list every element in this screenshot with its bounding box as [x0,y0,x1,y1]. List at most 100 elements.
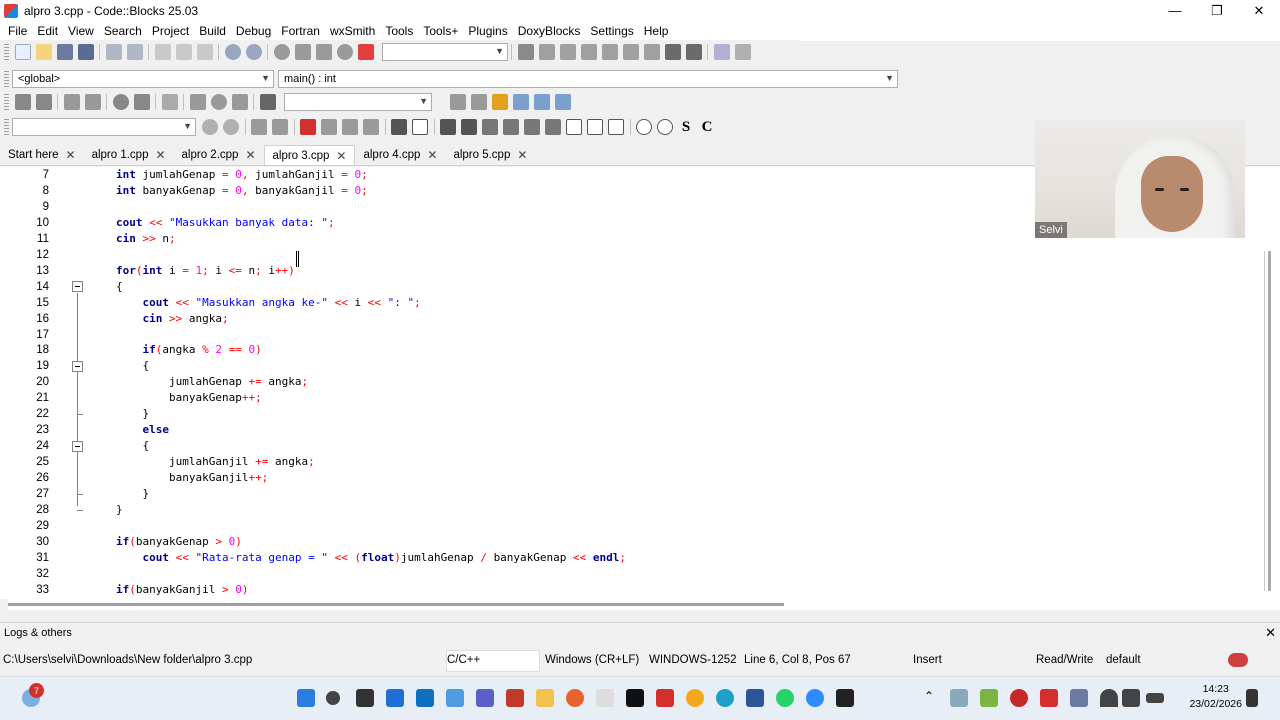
selected-text-icon[interactable] [513,94,529,110]
incremental-search-combo[interactable]: ▼ [12,118,196,136]
code-line[interactable]: 14 { [0,279,1260,295]
code-line[interactable]: 12 [0,247,1260,263]
zoom-out-icon[interactable] [657,119,673,135]
code-line[interactable]: 28} [0,502,1260,518]
toolbar-grip[interactable] [4,119,9,135]
block-comment-icon[interactable] [63,94,80,110]
zoom-in-icon[interactable] [636,119,652,135]
code-line[interactable]: 16 cin >> angka; [0,311,1260,327]
nassi-s-icon[interactable]: S [678,119,694,135]
flow-if-icon[interactable] [482,119,498,135]
tab-alpro-2[interactable]: alpro 2.cpp ✕ [174,145,264,165]
firefox-icon[interactable] [566,689,584,707]
stop-debug-icon[interactable] [685,44,702,60]
onedrive-icon[interactable] [950,689,968,707]
tab-start-here[interactable]: Start here ✕ [0,145,84,165]
logs-panel-header[interactable]: Logs & others ✕ [0,622,1280,642]
scope-select[interactable]: <global> ▼ [12,70,274,88]
code-line[interactable]: 23 else [0,422,1260,438]
battery-icon[interactable] [1146,693,1164,703]
bookmark-next-icon[interactable] [231,94,248,110]
tab-alpro-1[interactable]: alpro 1.cpp ✕ [84,145,174,165]
minimize-icon[interactable]: — [1154,0,1196,21]
jump-forward-icon[interactable] [272,119,288,135]
tab-alpro-5[interactable]: alpro 5.cpp ✕ [445,145,535,165]
next-line-icon[interactable] [559,44,576,60]
debug-continue-icon[interactable] [517,44,534,60]
back-icon[interactable] [450,94,466,110]
code-line[interactable]: 22 } [0,406,1260,422]
code-line[interactable]: 31 cout << "Rata-rata genap = " << (floa… [0,550,1260,566]
code-line[interactable]: 21 banyakGenap++; [0,390,1260,406]
task-view-icon[interactable] [356,689,374,707]
menu-help[interactable]: Help [639,24,674,38]
menu-build[interactable]: Build [194,24,231,38]
bookmark-prev-icon[interactable] [189,94,206,110]
close-icon[interactable]: ✕ [1265,625,1276,641]
highlight-icon[interactable] [492,94,508,110]
menu-wxsmith[interactable]: wxSmith [325,24,380,38]
clear-markers-icon[interactable] [363,119,379,135]
code-line[interactable]: 29 [0,518,1260,534]
menu-tools[interactable]: Tools [380,24,418,38]
doxywizard-icon[interactable] [14,94,31,110]
code-line[interactable]: 27 } [0,486,1260,502]
vertical-scrollbar[interactable] [1264,251,1274,591]
flow-for-icon[interactable] [524,119,540,135]
spellcheck-icon[interactable] [1228,653,1248,667]
rectangle-icon[interactable] [412,119,428,135]
paste-icon[interactable] [196,44,213,60]
code-line[interactable]: 26 banyakGanjil++; [0,470,1260,486]
flow-instruction-icon[interactable] [587,119,603,135]
terminal-icon[interactable] [836,689,854,707]
horizontal-scrollbar[interactable] [8,598,1280,610]
code-line[interactable]: 32 [0,566,1260,582]
build-gear-icon[interactable] [273,44,290,60]
flag-icon[interactable] [300,119,316,135]
scrollbar-thumb[interactable] [1268,251,1271,591]
open-folder-icon[interactable] [35,44,52,60]
status-language[interactable]: C/C++ [446,650,540,672]
clear-icon[interactable] [259,94,276,110]
undo-icon[interactable] [105,44,122,60]
save-all-icon[interactable] [77,44,94,60]
flow-block-icon[interactable] [566,119,582,135]
function-select[interactable]: main() : int ▼ [278,70,898,88]
code-line[interactable]: 25 jumlahGanjil += angka; [0,454,1260,470]
step-out-icon[interactable] [601,44,618,60]
close-icon[interactable]: ✕ [155,148,165,162]
code-line[interactable]: 15 cout << "Masukkan angka ke-" << i << … [0,295,1260,311]
line-comment-icon[interactable] [84,94,101,110]
run-to-cursor-icon[interactable] [538,44,555,60]
search-options-icon[interactable] [223,119,239,135]
close-icon[interactable]: ✕ [517,148,527,162]
bookmark-toggle-icon[interactable] [210,94,227,110]
toolbar-grip[interactable] [4,71,9,87]
wifi-icon[interactable] [1100,689,1118,707]
prev-marker-icon[interactable] [321,119,337,135]
maximize-icon[interactable]: ❐ [1196,0,1238,21]
menu-search[interactable]: Search [99,24,147,38]
menu-edit[interactable]: Edit [32,24,63,38]
copy-icon[interactable] [175,44,192,60]
debug-windows-icon[interactable] [713,44,730,60]
preferences-icon[interactable] [161,94,178,110]
clock[interactable]: 14:23 23/02/2026 [1189,682,1242,712]
pause-icon[interactable] [664,44,681,60]
flow-while-icon[interactable] [503,119,519,135]
extract-docs-icon[interactable] [35,94,52,110]
menu-project[interactable]: Project [147,24,194,38]
match-case-icon[interactable] [534,94,550,110]
code-line[interactable]: 20 jumlahGenap += angka; [0,374,1260,390]
close-icon[interactable]: ✕ [427,148,437,162]
menu-view[interactable]: View [63,24,99,38]
dropbox-icon[interactable] [386,689,404,707]
scrollbar-thumb[interactable] [8,603,784,606]
rebuild-icon[interactable] [336,44,353,60]
fold-toggle-icon[interactable] [72,281,83,292]
tab-alpro-3[interactable]: alpro 3.cpp ✕ [263,145,356,165]
close-icon[interactable]: ✕ [66,148,76,162]
cut-icon[interactable] [154,44,171,60]
replace-icon[interactable] [245,44,262,60]
flow-break-icon[interactable] [608,119,624,135]
